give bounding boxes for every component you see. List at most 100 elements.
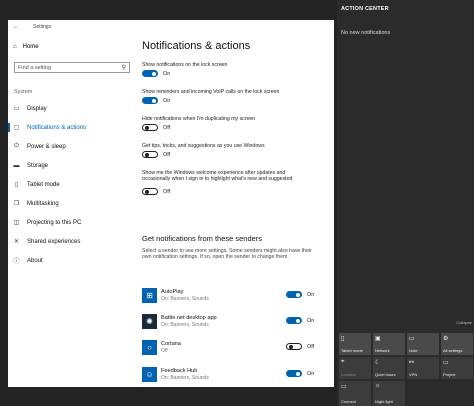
sidebar-item-about[interactable]: ⓘ About xyxy=(13,256,131,266)
feedback-hub-icon: ☺ xyxy=(142,367,157,382)
notifications-icon: ▢ xyxy=(13,125,20,131)
sidebar-item-label: Power & sleep xyxy=(27,143,66,150)
sidebar-item-tablet[interactable]: ▯ Tablet mode xyxy=(13,180,131,189)
tile-connect[interactable]: ▭ Connect xyxy=(339,381,371,406)
display-icon: ▭ xyxy=(13,106,20,112)
toggle-switch[interactable] xyxy=(142,97,158,104)
sender-status: On: Banners, Sounds xyxy=(161,375,209,381)
toggle-state: On xyxy=(163,70,171,77)
tile-label: Location xyxy=(341,372,357,377)
collapse-link[interactable]: Collapse xyxy=(456,320,472,325)
tile-label: Quiet hours xyxy=(375,372,396,377)
toggle-state: Off xyxy=(163,151,171,158)
sender-battlenet[interactable]: ✺ Battle.net desktop app On: Banners, So… xyxy=(142,314,334,334)
sender-status: On: Banners, Sounds xyxy=(161,322,209,328)
note-icon: ▭ xyxy=(409,336,415,342)
setting-toggle[interactable]: On xyxy=(142,97,170,104)
toggle-switch[interactable] xyxy=(286,291,302,298)
settings-window: ← Settings ⌂ Home Find a setting ⚲ Syste… xyxy=(8,20,334,387)
search-input[interactable]: Find a setting ⚲ xyxy=(14,62,130,73)
tablet-icon: ▯ xyxy=(14,182,19,188)
setting-label: Show notifications on the lock screen xyxy=(142,62,228,68)
tile-label: Project xyxy=(443,372,456,377)
setting-toggle[interactable]: Off xyxy=(142,188,170,195)
search-placeholder: Find a setting xyxy=(18,65,52,71)
cortana-icon: ○ xyxy=(142,340,157,355)
info-icon: ⓘ xyxy=(13,259,20,265)
action-center: ACTION CENTER No new notifications Colla… xyxy=(337,0,474,406)
sender-toggle[interactable]: On xyxy=(286,317,314,324)
sidebar: ⌂ Home Find a setting ⚲ System ▭ Display… xyxy=(8,34,135,387)
sidebar-item-label: Notifications & actions xyxy=(27,124,87,131)
sender-feedback-hub[interactable]: ☺ Feedback Hub On: Banners, Sounds On xyxy=(142,367,334,387)
tile-label: Note xyxy=(409,348,418,353)
title-bar: ← Settings xyxy=(8,20,334,34)
power-icon: ⏻ xyxy=(14,143,19,149)
setting-toggle[interactable]: On xyxy=(142,70,170,77)
tile-label: Tablet mode xyxy=(341,348,363,353)
sidebar-item-shared[interactable]: ✕ Shared experiences xyxy=(13,237,131,246)
project-icon: ▭ xyxy=(443,360,449,366)
setting-toggle[interactable]: Off xyxy=(142,151,170,158)
back-button[interactable]: ← xyxy=(13,24,19,30)
sender-cortana[interactable]: ○ Cortana Off Off xyxy=(142,340,334,360)
toggle-state: On xyxy=(307,370,315,377)
sidebar-item-label: Storage xyxy=(27,162,49,169)
vpn-icon: ⚯ xyxy=(409,360,415,366)
sender-status: Off xyxy=(161,348,168,354)
gear-icon: ⚙ xyxy=(443,336,449,342)
tile-tablet-mode[interactable]: ▯ Tablet mode xyxy=(339,333,371,355)
sender-toggle[interactable]: On xyxy=(286,291,314,298)
sender-autoplay[interactable]: ⊞ AutoPlay On: Banners, Sounds On xyxy=(142,288,334,308)
tile-network[interactable]: ▣ Network xyxy=(373,333,405,355)
tile-label: Night light xyxy=(375,399,393,404)
senders-description: Select a sender to see more settings. So… xyxy=(142,248,312,261)
toggle-state: On xyxy=(307,291,315,298)
tile-label: All settings xyxy=(443,348,463,353)
sidebar-item-projecting[interactable]: ◫ Projecting to this PC xyxy=(13,218,131,227)
sender-status: On: Banners, Sounds xyxy=(161,296,209,302)
sender-name: AutoPlay xyxy=(161,289,184,295)
sidebar-item-label: Multitasking xyxy=(27,200,59,207)
battlenet-icon: ✺ xyxy=(142,314,157,329)
sidebar-item-label: Tablet mode xyxy=(27,181,60,188)
setting-toggle[interactable]: Off xyxy=(142,124,170,131)
tile-label: Connect xyxy=(341,399,356,404)
moon-icon: ☾ xyxy=(375,360,381,366)
sidebar-item-label: Projecting to this PC xyxy=(27,219,82,226)
tile-night-light[interactable]: ☼ Night light xyxy=(373,381,405,406)
tile-all-settings[interactable]: ⚙ All settings xyxy=(441,333,473,355)
toggle-switch[interactable] xyxy=(286,370,302,377)
sidebar-item-display[interactable]: ▭ Display xyxy=(13,104,131,113)
sender-toggle[interactable]: Off xyxy=(286,343,314,350)
sidebar-item-power[interactable]: ⏻ Power & sleep xyxy=(13,142,131,151)
toggle-switch[interactable] xyxy=(286,317,302,324)
toggle-switch[interactable] xyxy=(142,188,158,195)
main-content: Notifications & actions Show notificatio… xyxy=(142,34,334,387)
home-icon: ⌂ xyxy=(13,44,17,50)
sender-toggle[interactable]: On xyxy=(286,370,314,377)
sender-name: Battle.net desktop app xyxy=(161,315,217,321)
tile-vpn[interactable]: ⚯ VPN xyxy=(407,357,439,379)
toggle-switch[interactable] xyxy=(142,70,158,77)
setting-label: Get tips, tricks, and suggestions as you… xyxy=(142,143,265,149)
home-link[interactable]: ⌂ Home xyxy=(13,44,39,50)
network-icon: ▣ xyxy=(375,336,381,342)
shared-icon: ✕ xyxy=(13,239,20,245)
tile-label: VPN xyxy=(409,372,418,377)
sidebar-item-notifications[interactable]: ▢ Notifications & actions xyxy=(8,123,131,132)
autoplay-icon: ⊞ xyxy=(142,288,157,303)
toggle-switch[interactable] xyxy=(286,343,302,350)
tile-project[interactable]: ▭ Project xyxy=(441,357,473,379)
sidebar-item-multitasking[interactable]: ❐ Multitasking xyxy=(13,199,131,208)
tile-quiet-hours[interactable]: ☾ Quiet hours xyxy=(373,357,405,379)
tile-location[interactable]: ⌖ Location xyxy=(339,357,371,379)
action-center-title: ACTION CENTER xyxy=(341,6,389,12)
toggle-switch[interactable] xyxy=(142,124,158,131)
sidebar-item-storage[interactable]: ▬ Storage xyxy=(13,161,131,170)
toggle-state: Off xyxy=(307,343,315,350)
toggle-switch[interactable] xyxy=(142,151,158,158)
senders-heading: Get notifications from these senders xyxy=(142,234,263,243)
setting-label: Show reminders and incoming VoIP calls o… xyxy=(142,89,280,95)
tile-note[interactable]: ▭ Note xyxy=(407,333,439,355)
